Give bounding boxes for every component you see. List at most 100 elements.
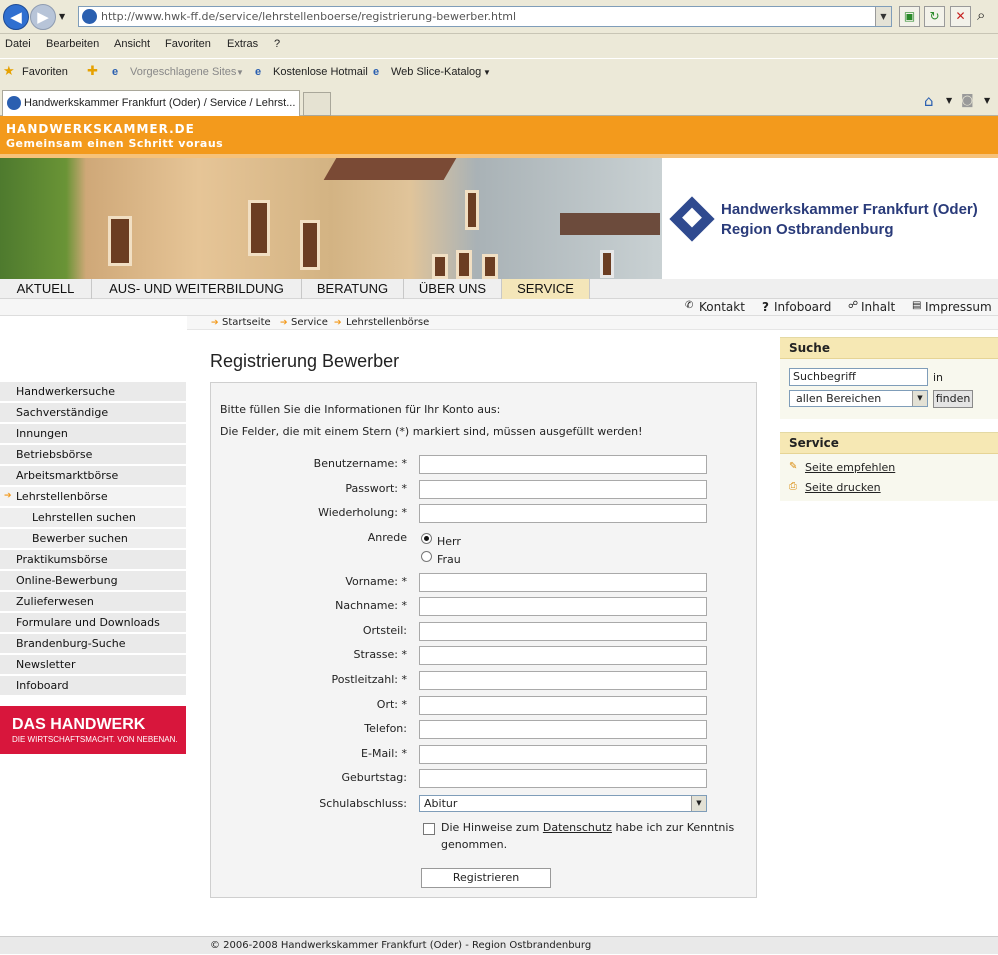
datenschutz-checkbox[interactable] (423, 823, 435, 835)
home-icon[interactable]: ⌂ (924, 92, 934, 110)
sidebar-item-betriebsboerse[interactable]: Betriebsbörse (0, 445, 186, 465)
menu-bearbeiten[interactable]: Bearbeiten (46, 38, 99, 50)
stop-button[interactable]: ✕ (950, 6, 971, 27)
menu-favoriten[interactable]: Favoriten (165, 38, 211, 50)
vorname-input[interactable] (419, 573, 707, 592)
postleitzahl-input[interactable] (419, 671, 707, 690)
sidebar-item-arbeitsmarktboerse[interactable]: Arbeitsmarktbörse (0, 466, 186, 486)
fav-link-webslice[interactable]: Web Slice-Katalog (391, 66, 481, 78)
sidebar-item-online-bewerbung[interactable]: Online-Bewerbung (0, 571, 186, 591)
breadcrumb-lehrstellenboerse[interactable]: Lehrstellenbörse (346, 316, 429, 330)
radio-frau[interactable] (421, 551, 432, 562)
nav-ueber-uns[interactable]: ÜBER UNS (404, 279, 502, 299)
menu-help[interactable]: ? (274, 38, 280, 50)
sidebar-item-sachverstaendige[interactable]: Sachverständige (0, 403, 186, 423)
link-impressum[interactable]: Impressum (925, 300, 992, 314)
forward-button[interactable]: ▶ (30, 4, 56, 30)
refresh-button[interactable]: ↻ (924, 6, 945, 27)
sidebar-item-bewerber-suchen[interactable]: Bewerber suchen (0, 529, 186, 549)
arrow-right-icon: ➔ (334, 318, 342, 328)
ortsteil-input[interactable] (419, 622, 707, 641)
chevron-down-icon[interactable]: ▼ (483, 68, 491, 77)
radio-herr-label[interactable]: Herr (437, 535, 461, 548)
radio-frau-label[interactable]: Frau (437, 553, 461, 566)
logo-line1[interactable]: Handwerkskammer Frankfurt (Oder) (721, 201, 978, 218)
search-icon[interactable]: ⌕ (977, 6, 985, 24)
nav-aktuell[interactable]: AKTUELL (0, 279, 92, 299)
telefon-input[interactable] (419, 720, 707, 739)
link-kontakt[interactable]: Kontakt (699, 300, 745, 314)
find-button[interactable]: finden (933, 390, 973, 408)
sidebar-item-infoboard[interactable]: Infoboard (0, 676, 186, 696)
link-seite-drucken[interactable]: Seite drucken (805, 481, 881, 494)
breadcrumb-service[interactable]: Service (291, 316, 328, 330)
link-inhalt[interactable]: Inhalt (861, 300, 895, 314)
sidebar-item-brandenburg-suche[interactable]: Brandenburg-Suche (0, 634, 186, 654)
address-bar[interactable]: http://www.hwk-ff.de/service/lehrstellen… (78, 6, 892, 27)
schulabschluss-select[interactable]: Abitur ▼ (419, 795, 707, 812)
ort-input[interactable] (419, 696, 707, 715)
benutzername-input[interactable] (419, 455, 707, 474)
arrow-right-icon: ➔ (211, 318, 219, 328)
logo-line2[interactable]: Region Ostbrandenburg (721, 221, 894, 238)
favorites-button[interactable]: Favoriten (22, 66, 68, 78)
label-telefon: Telefon: (364, 722, 407, 735)
radio-herr[interactable] (421, 533, 432, 544)
das-handwerk-banner[interactable]: DAS HANDWERK DIE WIRTSCHAFTSMACHT. VON N… (0, 706, 186, 754)
sidebar-item-newsletter[interactable]: Newsletter (0, 655, 186, 675)
back-button[interactable]: ◀ (3, 4, 29, 30)
ie-icon: e (112, 66, 119, 78)
new-tab-button[interactable] (303, 92, 331, 116)
sidebar-item-innungen[interactable]: Innungen (0, 424, 186, 444)
hwk-logo-icon[interactable] (669, 196, 715, 242)
forward-arrow-icon: ▶ (37, 8, 49, 26)
registrieren-button[interactable]: Registrieren (421, 868, 551, 888)
passwort-wiederholung-input[interactable] (419, 504, 707, 523)
compat-view-button[interactable]: ▣ (899, 6, 920, 27)
sidebar-item-lehrstellenboerse[interactable]: Lehrstellenbörse (0, 487, 186, 507)
email-input[interactable] (419, 745, 707, 764)
history-dropdown-icon[interactable]: ▼ (59, 12, 65, 21)
strasse-input[interactable] (419, 646, 707, 665)
nav-service[interactable]: SERVICE (502, 279, 590, 299)
link-seite-empfehlen[interactable]: Seite empfehlen (805, 461, 895, 474)
site-topbar: HANDWERKSKAMMER.DE Gemeinsam einen Schri… (0, 116, 998, 158)
label-anrede: Anrede (367, 531, 407, 544)
menu-ansicht[interactable]: Ansicht (114, 38, 150, 50)
nav-ausbildung[interactable]: AUS- UND WEITERBILDUNG (92, 279, 302, 299)
label-email: E-Mail: * (361, 747, 407, 760)
menu-datei[interactable]: Datei (5, 38, 31, 50)
feeds-icon[interactable]: ◙ (961, 93, 974, 108)
address-dropdown-icon[interactable]: ▼ (875, 7, 891, 26)
chevron-down-icon[interactable]: ▼ (236, 68, 244, 77)
fav-link-suggested[interactable]: Vorgeschlagene Sites (130, 66, 236, 78)
link-infoboard[interactable]: Infoboard (774, 300, 831, 314)
tab-title: Handwerkskammer Frankfurt (Oder) / Servi… (24, 97, 296, 109)
sidebar-item-lehrstellen-suchen[interactable]: Lehrstellen suchen (0, 508, 186, 528)
geburtstag-input[interactable] (419, 769, 707, 788)
chevron-down-icon[interactable]: ▼ (912, 391, 927, 406)
sidebar-item-zulieferwesen[interactable]: Zulieferwesen (0, 592, 186, 612)
tab-active[interactable]: Handwerkskammer Frankfurt (Oder) / Servi… (2, 90, 300, 116)
nachname-input[interactable] (419, 597, 707, 616)
sidebar-item-handwerkersuche[interactable]: Handwerkersuche (0, 382, 186, 402)
chevron-down-icon[interactable]: ▼ (691, 796, 706, 811)
sidebar-item-praktikumsboerse[interactable]: Praktikumsbörse (0, 550, 186, 570)
tab-bar: Handwerkskammer Frankfurt (Oder) / Servi… (0, 88, 998, 116)
passwort-input[interactable] (419, 480, 707, 499)
chevron-down-icon[interactable]: ▼ (946, 96, 952, 105)
stop-icon: ✕ (955, 9, 966, 23)
menu-extras[interactable]: Extras (227, 38, 258, 50)
chevron-down-icon[interactable]: ▼ (984, 96, 990, 105)
breadcrumb-startseite[interactable]: Startseite (222, 316, 271, 330)
top-brand[interactable]: HANDWERKSKAMMER.DE (6, 122, 195, 136)
datenschutz-link[interactable]: Datenschutz (543, 821, 612, 834)
nav-beratung[interactable]: BERATUNG (302, 279, 404, 299)
sidebar-item-formulare[interactable]: Formulare und Downloads (0, 613, 186, 633)
label-ortsteil: Ortsteil: (362, 624, 407, 637)
search-input[interactable]: Suchbegriff (789, 368, 928, 386)
add-favorite-icon[interactable]: ✚ (87, 63, 98, 79)
search-scope-select[interactable]: allen Bereichen ▼ (789, 390, 928, 407)
ie-icon: e (373, 66, 380, 78)
fav-link-hotmail[interactable]: Kostenlose Hotmail (273, 66, 368, 78)
